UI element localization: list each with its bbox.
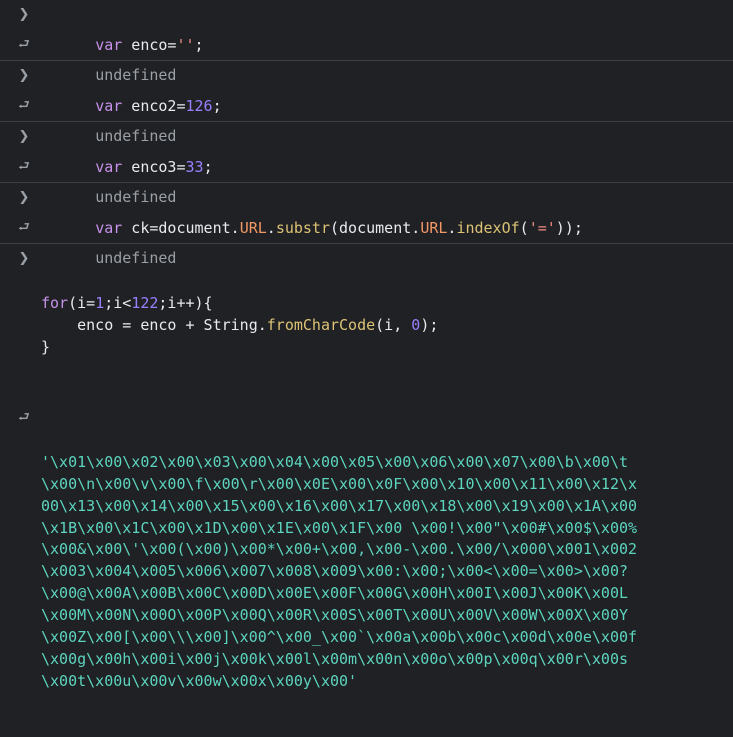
- console-output-line: ⮐ undefined: [0, 152, 733, 206]
- code-method: fromCharCode: [266, 316, 376, 334]
- console-input-block[interactable]: ❯ for(i=1;i<122;i++){ enco = enco + Strin…: [0, 244, 733, 406]
- code-keyword: for: [41, 294, 69, 312]
- chevron-right-icon: ❯: [18, 251, 30, 266]
- console-entry: ❯ var enco=''; ⮐ undefined: [0, 0, 733, 84]
- result-line: \x00\n\x00\v\x00\f\x00\r\x00\x0E\x00\x0F…: [41, 474, 638, 493]
- chevron-right-icon: ❯: [18, 190, 30, 205]
- code-text: ;i++){: [158, 294, 213, 312]
- result-line: 00\x13\x00\x14\x00\x15\x00\x16\x00\x17\x…: [41, 496, 638, 515]
- code-line: }: [41, 338, 51, 356]
- code-line: enco = enco + String.fromCharCode(i, 0);: [41, 314, 733, 336]
- result-line: '\x01\x00\x02\x00\x03\x00\x04\x00\x05\x0…: [41, 452, 628, 471]
- result-line: \x003\x004\x005\x006\x007\x008\x009\x00:…: [41, 562, 628, 581]
- result-line: \x00M\x00N\x00O\x00P\x00Q\x00R\x00S\x00T…: [41, 606, 628, 625]
- console-output-block: ⮐ '\x01\x00\x02\x00\x03\x00\x04\x00\x05\x…: [0, 406, 733, 737]
- code-text: );: [420, 316, 439, 334]
- return-arrow-icon: ⮐: [18, 159, 30, 174]
- console-output-line: ⮐ undefined: [0, 213, 733, 267]
- return-arrow-icon: ⮐: [18, 98, 30, 113]
- console-input-line[interactable]: ❯ var enco2=126;: [0, 61, 733, 115]
- result-line: \x00Z\x00[\x00\\\x00]\x00^\x00_\x00`\x00…: [41, 628, 638, 647]
- console-entry: ❯ for(i=1;i<122;i++){ enco = enco + Strin…: [0, 243, 733, 737]
- code-number: 122: [131, 294, 159, 312]
- result-line: \x00@\x00A\x00B\x00C\x00D\x00E\x00F\x00G…: [41, 584, 628, 603]
- console-output-line: ⮐ undefined: [0, 30, 733, 84]
- devtools-console: ❯ var enco=''; ⮐ undefined ❯ var enco2=126;…: [0, 0, 733, 690]
- console-input-line[interactable]: ❯ var enco='';: [0, 0, 733, 54]
- chevron-right-icon: ❯: [18, 7, 30, 22]
- code-text: ;i<: [104, 294, 132, 312]
- chevron-right-icon: ❯: [18, 129, 30, 144]
- code-text: (i=: [68, 294, 96, 312]
- console-entry: ❯ var enco3=33; ⮐ undefined: [0, 121, 733, 206]
- return-arrow-icon: ⮐: [18, 410, 30, 426]
- result-line: \x00&\x00\'\x00(\x00)\x00*\x00+\x00,\x00…: [41, 540, 638, 559]
- console-input-line[interactable]: ❯ var enco3=33;: [0, 122, 733, 176]
- console-output-line: ⮐ undefined: [0, 91, 733, 145]
- chevron-right-icon: ❯: [18, 68, 30, 83]
- console-entry: ❯ var enco2=126; ⮐ undefined: [0, 60, 733, 145]
- return-arrow-icon: ⮐: [18, 220, 30, 235]
- code-text: enco = enco + String.: [41, 316, 267, 334]
- result-line: \x1B\x00\x1C\x00\x1D\x00\x1E\x00\x1F\x00…: [41, 518, 638, 537]
- code-number: 0: [411, 316, 421, 334]
- code-line: for(i=1;i<122;i++){: [41, 292, 733, 314]
- code-number: 1: [95, 294, 105, 312]
- code-text: (i,: [375, 316, 412, 334]
- console-entry: ❯ var ck=document.URL.substr(document.URL…: [0, 182, 733, 267]
- return-arrow-icon: ⮐: [18, 37, 30, 52]
- console-input-line[interactable]: ❯ var ck=document.URL.substr(document.URL…: [0, 183, 733, 237]
- result-line: \x00g\x00h\x00i\x00j\x00k\x00l\x00m\x00n…: [41, 649, 628, 668]
- result-line: \x00t\x00u\x00v\x00w\x00x\x00y\x00': [41, 671, 358, 690]
